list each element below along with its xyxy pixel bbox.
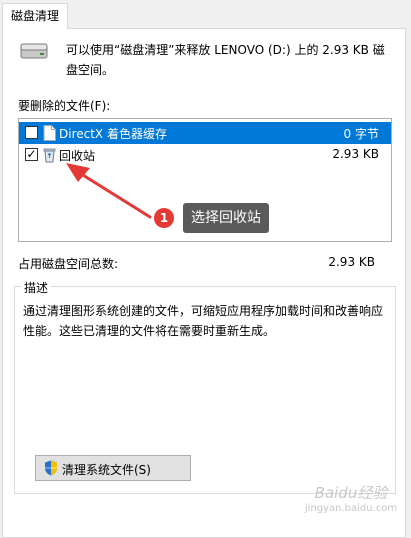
files-to-delete-label: 要删除的文件(F): — [18, 99, 111, 113]
list-item-name: 回收站 — [59, 149, 96, 163]
checkbox[interactable] — [25, 126, 38, 139]
list-item-name: DirectX 着色器缓存 — [59, 127, 167, 141]
description-text: 通过清理图形系统创建的文件，可缩短应用程序加载时间和改善响应性能。这些已清理的文… — [23, 304, 384, 338]
tab-disk-cleanup[interactable]: 磁盘清理 — [2, 3, 68, 29]
recycle-bin-icon — [43, 148, 56, 163]
list-item-size: 0 字节 — [343, 127, 379, 141]
checkbox-checked[interactable]: ✓ — [25, 148, 38, 161]
watermark-text: Baidu经验 — [314, 484, 388, 502]
description-group: 描述 通过清理图形系统创建的文件，可缩短应用程序加载时间和改善响应性能。这些已清… — [14, 279, 396, 494]
description-title: 描述 — [21, 279, 52, 296]
drive-icon — [20, 43, 48, 59]
list-item-recycle-bin[interactable]: ✓ 回收站 2.93 KB — [19, 144, 391, 166]
uac-shield-icon — [45, 460, 57, 476]
total-space-label: 占用磁盘空间总数: — [18, 257, 119, 271]
tab-strip: 磁盘清理 — [0, 0, 411, 30]
annotation-callout: 选择回收站 — [183, 203, 269, 233]
total-space-value: 2.93 KB — [328, 255, 375, 269]
file-icon — [43, 125, 56, 141]
step-number-badge: 1 — [154, 208, 174, 228]
list-item-size: 2.93 KB — [332, 147, 379, 161]
intro-text: 可以使用“磁盘清理”来释放 LENOVO (D:) 上的 2.93 KB 磁盘空… — [66, 43, 385, 77]
clean-system-files-label: 清理系统文件(S) — [62, 463, 151, 477]
watermark-sub: jingyan.baidu.com — [304, 503, 398, 514]
list-item-directx-cache[interactable]: DirectX 着色器缓存 0 字节 — [19, 122, 391, 144]
watermark: Baidu经验 jingyan.baidu.com — [296, 482, 406, 526]
clean-system-files-button[interactable]: 清理系统文件(S) — [35, 455, 191, 481]
